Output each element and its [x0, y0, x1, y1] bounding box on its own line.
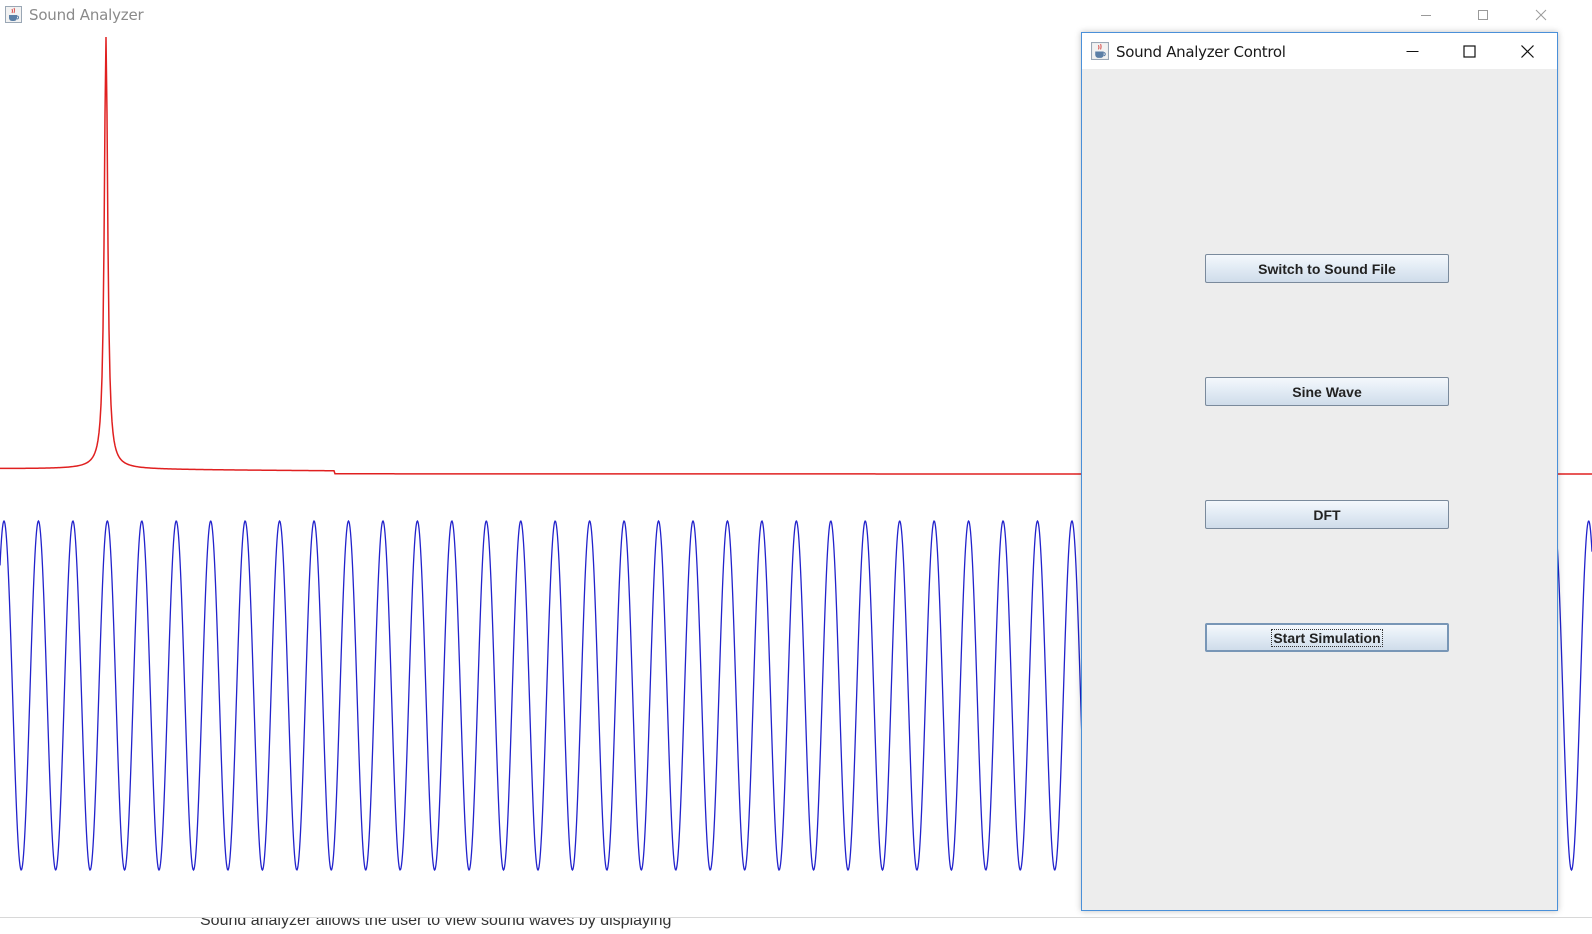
control-titlebar: Sound Analyzer Control	[1082, 33, 1557, 69]
minimize-icon	[1421, 15, 1431, 16]
window-title: Sound Analyzer	[29, 6, 144, 24]
close-icon	[1535, 9, 1547, 21]
control-close-button[interactable]	[1502, 33, 1552, 69]
maximize-icon	[1478, 10, 1488, 20]
minimize-button[interactable]	[1403, 0, 1449, 30]
sine-wave-button[interactable]: Sine Wave	[1205, 377, 1449, 406]
start-simulation-label: Start Simulation	[1271, 628, 1383, 647]
close-icon	[1520, 44, 1534, 58]
status-strip: Sound analyzer allows the user to view s…	[0, 917, 1592, 934]
start-simulation-button[interactable]: Start Simulation	[1205, 623, 1449, 652]
status-text: Sound analyzer allows the user to view s…	[200, 917, 672, 929]
control-window-title: Sound Analyzer Control	[1116, 43, 1286, 61]
switch-to-sound-file-button[interactable]: Switch to Sound File	[1205, 254, 1449, 283]
minimize-icon	[1406, 50, 1418, 52]
maximize-button[interactable]	[1460, 0, 1506, 30]
close-button[interactable]	[1518, 0, 1564, 30]
maximize-icon	[1462, 44, 1476, 58]
java-cup-icon	[5, 6, 22, 23]
dft-button[interactable]: DFT	[1205, 500, 1449, 529]
main-titlebar: Sound Analyzer	[0, 0, 1592, 30]
control-minimize-button[interactable]	[1387, 33, 1437, 69]
java-cup-icon	[1091, 42, 1109, 60]
control-maximize-button[interactable]	[1444, 33, 1494, 69]
control-window: Sound Analyzer Control Switch to Sound F…	[1081, 32, 1558, 911]
